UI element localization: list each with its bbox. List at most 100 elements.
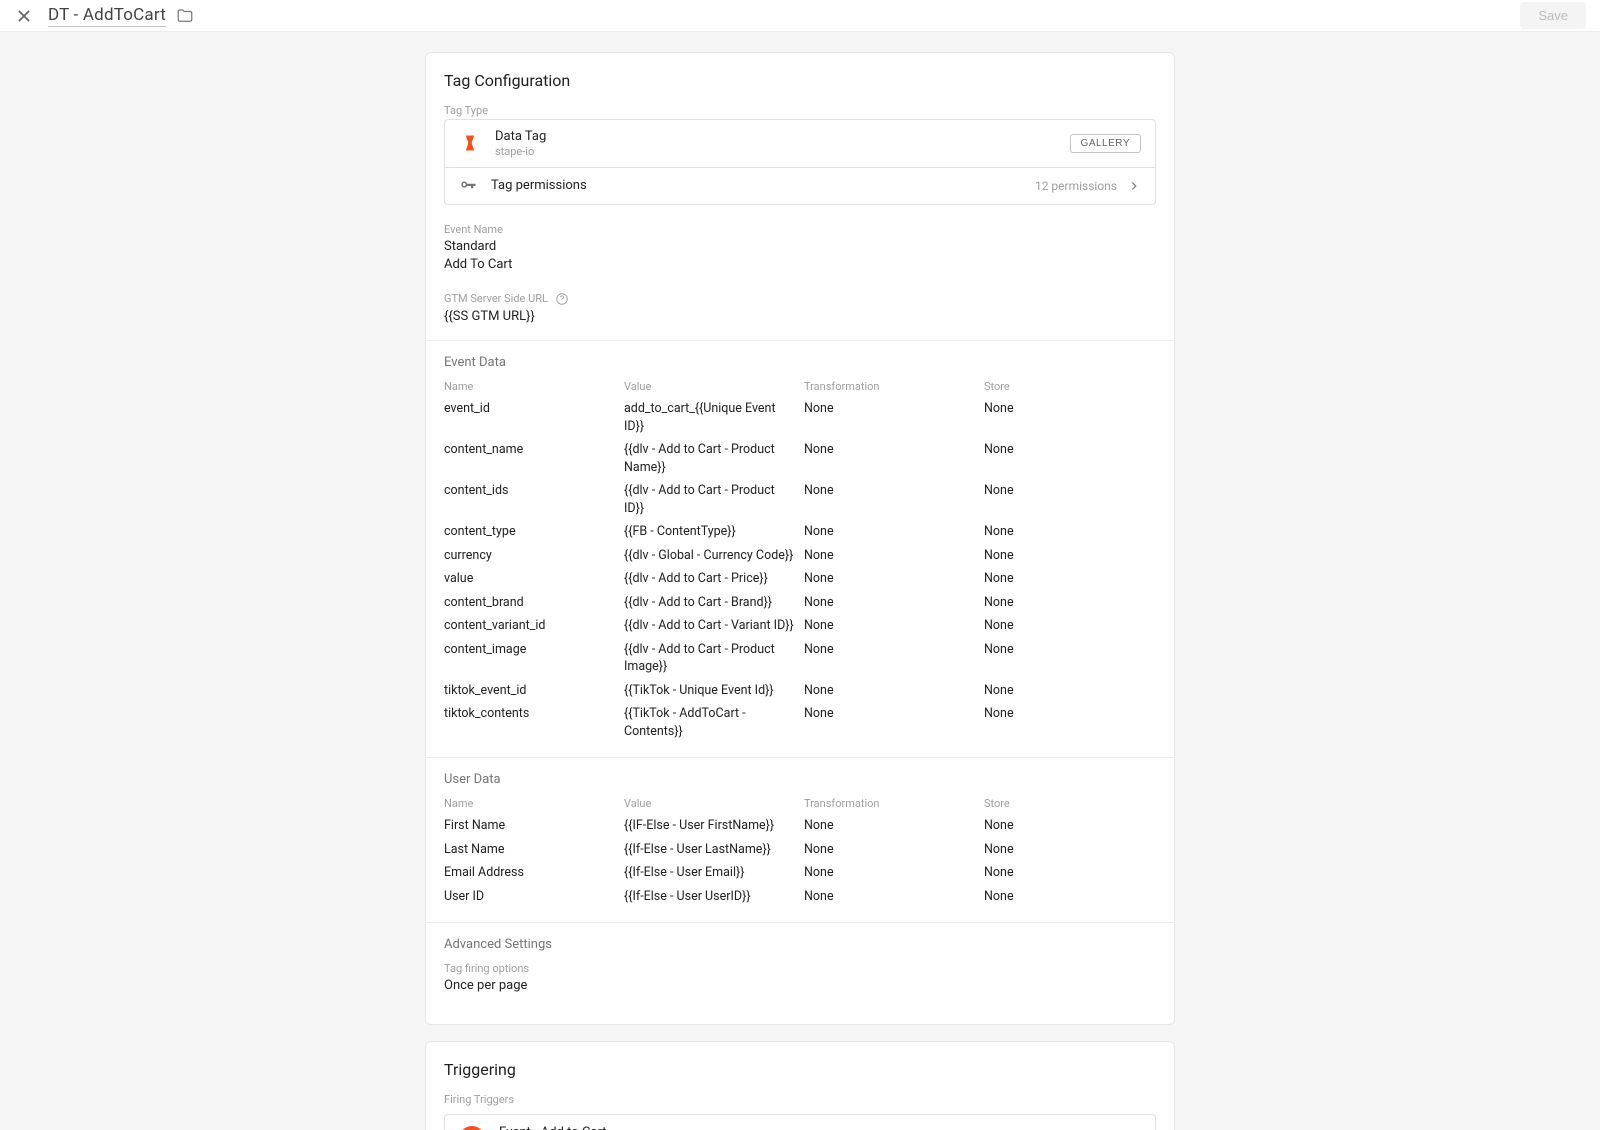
table-row: content_variant_id{{dlv - Add to Cart - … [444, 614, 1156, 638]
table-cell-value: {{IF-Else - User FirstName}} [624, 814, 804, 838]
table-row: Last Name{{If-Else - User LastName}}None… [444, 838, 1156, 862]
table-row: content_ids{{dlv - Add to Cart - Product… [444, 479, 1156, 520]
event-data-title: Event Data [444, 355, 1156, 370]
table-cell-value: add_to_cart_{{Unique Event ID}} [624, 397, 804, 438]
close-icon[interactable] [14, 6, 34, 26]
table-row: content_type{{FB - ContentType}}NoneNone [444, 520, 1156, 544]
table-cell-trans: None [804, 397, 984, 438]
folder-icon[interactable] [176, 7, 194, 25]
table-cell-store: None [984, 520, 1156, 544]
table-row: content_name{{dlv - Add to Cart - Produc… [444, 438, 1156, 479]
table-cell-store: None [984, 814, 1156, 838]
table-cell-store: None [984, 838, 1156, 862]
trigger-row[interactable]: Event - Add to Cart Custom Event [444, 1114, 1156, 1130]
table-cell-store: None [984, 479, 1156, 520]
table-cell-value: {{If-Else - User Email}} [624, 861, 804, 885]
table-cell-trans: None [804, 479, 984, 520]
triggering-title: Triggering [444, 1060, 1156, 1079]
tag-type-label: Tag Type [444, 104, 1156, 117]
table-cell-trans: None [804, 679, 984, 703]
tag-permissions-row[interactable]: Tag permissions 12 permissions [445, 167, 1155, 204]
table-cell-value: {{dlv - Add to Cart - Variant ID}} [624, 614, 804, 638]
table-cell-value: {{dlv - Add to Cart - Product Image}} [624, 638, 804, 679]
table-row: First Name{{IF-Else - User FirstName}} No… [444, 814, 1156, 838]
table-cell-name: First Name [444, 814, 624, 838]
table-cell-store: None [984, 591, 1156, 615]
event-data-table: Name Value Transformation Store event_id… [444, 380, 1156, 743]
event-data-header-value: Value [624, 380, 804, 397]
table-cell-trans: None [804, 520, 984, 544]
table-cell-trans: None [804, 838, 984, 862]
chevron-right-icon [1127, 179, 1141, 193]
user-data-header-value: Value [624, 797, 804, 814]
table-cell-name: event_id [444, 397, 624, 438]
user-data-header-store: Store [984, 797, 1156, 814]
save-button[interactable]: Save [1520, 2, 1586, 29]
table-cell-store: None [984, 544, 1156, 568]
help-icon[interactable] [555, 292, 569, 306]
gtm-url-block: GTM Server Side URL {{SS GTM URL}} [444, 292, 1156, 326]
event-data-header-name: Name [444, 380, 624, 397]
table-cell-trans: None [804, 591, 984, 615]
event-data-header-store: Store [984, 380, 1156, 397]
key-icon [459, 177, 477, 195]
tag-permissions-label: Tag permissions [491, 178, 587, 194]
table-row: value{{dlv - Add to Cart - Price}}NoneNo… [444, 567, 1156, 591]
table-cell-trans: None [804, 438, 984, 479]
title-wrap: DT - AddToCart [48, 5, 194, 27]
table-cell-name: Email Address [444, 861, 624, 885]
user-data-title: User Data [444, 772, 1156, 787]
triggering-card: Triggering Firing Triggers Event - Add t… [425, 1041, 1175, 1130]
event-name-value-2: Add To Cart [444, 256, 1156, 274]
table-cell-name: value [444, 567, 624, 591]
table-cell-value: {{dlv - Add to Cart - Product Name}} [624, 438, 804, 479]
table-cell-store: None [984, 861, 1156, 885]
tag-config-title: Tag Configuration [444, 71, 1156, 90]
table-cell-trans: None [804, 885, 984, 909]
table-cell-value: {{dlv - Global - Currency Code}} [624, 544, 804, 568]
user-data-table: Name Value Transformation Store First Na… [444, 797, 1156, 908]
firing-options-label: Tag firing options [444, 962, 1156, 975]
table-cell-store: None [984, 679, 1156, 703]
table-cell-value: {{dlv - Add to Cart - Price}} [624, 567, 804, 591]
table-cell-value: {{TikTok - Unique Event Id}} [624, 679, 804, 703]
tag-config-card: Tag Configuration Tag Type Data Tag stap… [425, 52, 1175, 1025]
tag-permissions-count: 12 permissions [1035, 179, 1117, 193]
table-cell-store: None [984, 438, 1156, 479]
table-cell-name: tiktok_event_id [444, 679, 624, 703]
table-cell-name: content_brand [444, 591, 624, 615]
table-cell-name: User ID [444, 885, 624, 909]
table-row: tiktok_event_id{{TikTok - Unique Event I… [444, 679, 1156, 703]
table-cell-name: content_ids [444, 479, 624, 520]
table-row: User ID{{If-Else - User UserID}}NoneNone [444, 885, 1156, 909]
table-cell-trans: None [804, 702, 984, 743]
table-cell-value: {{If-Else - User LastName}} [624, 838, 804, 862]
table-cell-value: {{FB - ContentType}} [624, 520, 804, 544]
event-name-block: Event Name Standard Add To Cart [444, 223, 1156, 274]
table-cell-trans: None [804, 638, 984, 679]
table-cell-trans: None [804, 567, 984, 591]
table-cell-store: None [984, 397, 1156, 438]
table-cell-store: None [984, 638, 1156, 679]
table-cell-name: content_name [444, 438, 624, 479]
page-title[interactable]: DT - AddToCart [48, 5, 166, 27]
advanced-settings-title: Advanced Settings [444, 937, 1156, 952]
table-cell-store: None [984, 614, 1156, 638]
table-cell-store: None [984, 567, 1156, 591]
data-tag-icon [459, 132, 481, 154]
event-name-label: Event Name [444, 223, 1156, 236]
user-data-header-name: Name [444, 797, 624, 814]
event-data-header-trans: Transformation [804, 380, 984, 397]
gallery-button[interactable]: GALLERY [1070, 134, 1141, 153]
table-cell-name: content_type [444, 520, 624, 544]
user-data-header-trans: Transformation [804, 797, 984, 814]
gtm-url-label: GTM Server Side URL [444, 292, 1156, 306]
table-cell-name: content_image [444, 638, 624, 679]
table-cell-name: content_variant_id [444, 614, 624, 638]
firing-triggers-label: Firing Triggers [444, 1093, 1156, 1106]
table-row: tiktok_contents{{TikTok - AddToCart - Co… [444, 702, 1156, 743]
table-cell-value: {{dlv - Add to Cart - Brand}} [624, 591, 804, 615]
event-name-value-1: Standard [444, 238, 1156, 256]
tag-type-row[interactable]: Data Tag stape-io GALLERY [445, 120, 1155, 167]
trigger-name: Event - Add to Cart [499, 1125, 606, 1130]
